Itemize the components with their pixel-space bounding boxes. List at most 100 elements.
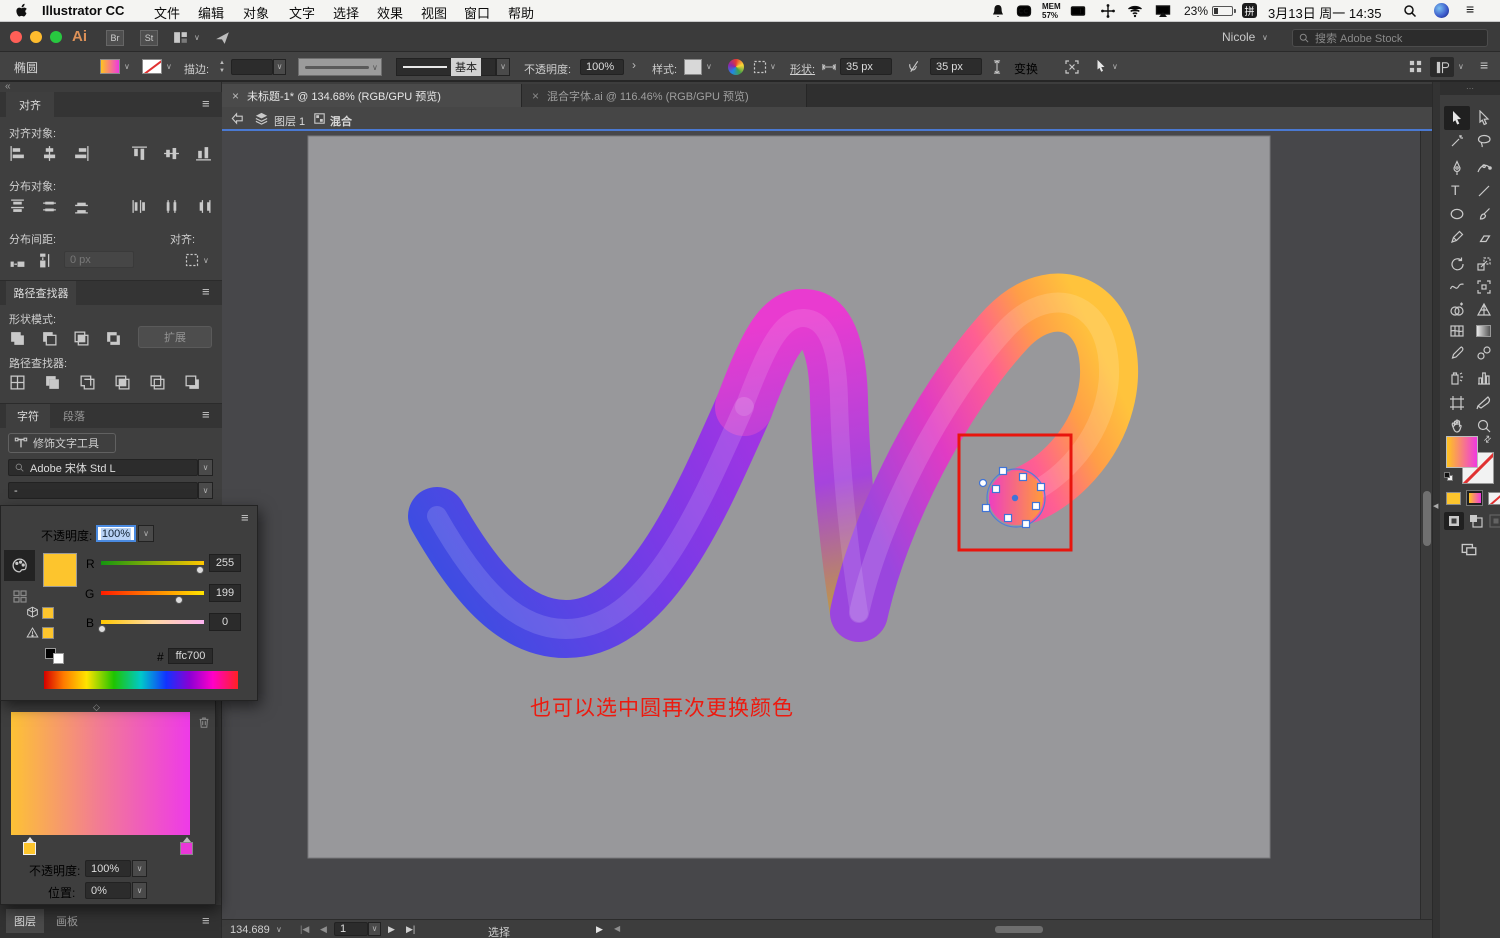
align-right-button[interactable] xyxy=(73,145,90,162)
align-bottom-button[interactable] xyxy=(195,145,212,162)
blend-tool[interactable] xyxy=(1476,345,1492,361)
gradient-tool[interactable] xyxy=(1476,325,1491,337)
align-center-h-button[interactable] xyxy=(41,145,58,162)
align-middle-v-button[interactable] xyxy=(163,145,180,162)
dock-collapse-icon[interactable]: « xyxy=(5,81,11,92)
stepper-up-icon[interactable]: ▲ xyxy=(219,59,225,67)
default-fill-stroke-icon[interactable] xyxy=(1444,472,1454,482)
constrain-icon[interactable] xyxy=(906,59,921,74)
tab-paragraph[interactable]: 段落 xyxy=(52,404,96,428)
stepper-down-icon[interactable]: ▼ xyxy=(219,67,225,75)
transform-link[interactable]: 变换 xyxy=(1014,60,1038,77)
workspace-switcher-icon[interactable] xyxy=(172,29,189,46)
creative-cloud-icon[interactable] xyxy=(1016,3,1032,19)
menu-object[interactable]: 对象 xyxy=(243,3,269,22)
airplay-icon[interactable] xyxy=(1155,3,1171,19)
close-icon[interactable]: × xyxy=(232,89,239,103)
align-left-button[interactable] xyxy=(9,145,26,162)
docs-grid-icon[interactable] xyxy=(1408,59,1423,74)
gradient-preview[interactable] xyxy=(11,712,190,835)
control-panel-menu-icon[interactable]: ≡ xyxy=(1480,57,1488,73)
stock-button[interactable]: St xyxy=(140,30,158,46)
color-button[interactable] xyxy=(1446,492,1461,505)
channel-b-slider[interactable] xyxy=(101,620,204,624)
channel-b-value[interactable]: 0 xyxy=(209,613,241,631)
font-style-field[interactable]: - xyxy=(8,482,198,499)
channel-g-slider[interactable] xyxy=(101,591,204,595)
stroke-chevron-icon[interactable]: ∨ xyxy=(166,63,172,71)
web-safe-swatch[interactable] xyxy=(42,607,54,619)
mem-indicator[interactable]: MEM 57% xyxy=(1042,2,1061,20)
width-tool[interactable] xyxy=(1449,279,1465,295)
color-mixer-tab[interactable] xyxy=(4,550,35,581)
menu-view[interactable]: 视图 xyxy=(421,3,447,22)
menu-edit[interactable]: 编辑 xyxy=(198,3,224,22)
spotlight-icon[interactable] xyxy=(1402,3,1418,19)
curvature-tool[interactable] xyxy=(1476,160,1492,176)
breadcrumb-layer[interactable]: 图层 1 xyxy=(274,113,305,129)
menu-file[interactable]: 文件 xyxy=(154,3,180,22)
brush-dropdown-chevron[interactable]: ∨ xyxy=(496,58,510,76)
unite-button[interactable] xyxy=(9,330,26,347)
artboard-tool[interactable] xyxy=(1449,395,1465,411)
stroke-weight-dropdown[interactable]: ∨ xyxy=(273,59,286,75)
align-to-artboard-icon[interactable] xyxy=(184,252,200,268)
none-button[interactable] xyxy=(1488,492,1500,505)
menubar-datetime[interactable]: 3月13日 周一 14:35 xyxy=(1268,3,1381,22)
align-panel-menu-icon[interactable]: ≡ xyxy=(202,96,210,111)
zoom-level[interactable]: 134.689 xyxy=(230,924,270,936)
style-chevron-icon[interactable]: ∨ xyxy=(706,63,712,71)
shape-width-field[interactable]: 35 px xyxy=(840,58,892,75)
ellipse-tool[interactable] xyxy=(1449,206,1465,222)
notification-bell-icon[interactable] xyxy=(990,3,1006,19)
character-panel-menu-icon[interactable]: ≡ xyxy=(202,407,210,422)
color-opacity-dropdown[interactable]: ∨ xyxy=(138,525,154,542)
spacing-h-button[interactable] xyxy=(38,252,55,269)
stroke-weight-stepper[interactable]: ▲ ▼ xyxy=(219,59,225,75)
hub-icon[interactable] xyxy=(1100,3,1116,19)
selection-tool[interactable] xyxy=(1449,110,1465,126)
fill-indicator[interactable] xyxy=(1446,436,1478,468)
gradient-opacity-dropdown[interactable]: ∨ xyxy=(132,860,147,877)
distribute-left-button[interactable] xyxy=(131,198,148,215)
vertical-scrollbar-thumb[interactable] xyxy=(1423,491,1431,546)
wifi-icon[interactable] xyxy=(1127,3,1143,19)
artboard-number-dropdown[interactable]: ∨ xyxy=(368,922,381,936)
intersect-button[interactable] xyxy=(73,330,90,347)
zoom-tool[interactable] xyxy=(1476,418,1492,434)
touch-type-tool-button[interactable]: 修饰文字工具 xyxy=(8,433,116,453)
breadcrumb-object[interactable]: 混合 xyxy=(330,113,352,129)
font-style-dropdown[interactable]: ∨ xyxy=(198,482,213,499)
user-chevron-icon[interactable]: ∨ xyxy=(1262,34,1268,42)
channel-r-slider[interactable] xyxy=(101,561,204,565)
hex-field[interactable]: ffc700 xyxy=(168,648,213,664)
divide-button[interactable] xyxy=(9,374,26,391)
exclude-button[interactable] xyxy=(105,330,122,347)
screen-mode-icon[interactable] xyxy=(1460,540,1478,558)
horizontal-scrollbar-thumb[interactable] xyxy=(995,926,1043,933)
width-profile-dropdown[interactable]: ∨ xyxy=(298,58,382,76)
distribute-center-h-button[interactable] xyxy=(163,198,180,215)
crop-button[interactable] xyxy=(114,374,131,391)
nav-next-icon[interactable]: ▶ xyxy=(388,924,395,935)
align-top-button[interactable] xyxy=(131,145,148,162)
gamut-swatch[interactable] xyxy=(42,627,54,639)
gradient-button[interactable] xyxy=(1466,490,1483,506)
user-account-button[interactable]: Nicole xyxy=(1222,30,1255,44)
stroke-weight-field[interactable] xyxy=(231,59,273,75)
opacity-expand-icon[interactable]: › xyxy=(632,58,636,72)
distribute-bottom-button[interactable] xyxy=(73,198,90,215)
minus-front-button[interactable] xyxy=(41,330,58,347)
pen-tool[interactable] xyxy=(1449,160,1465,176)
align-to-chevron[interactable]: ∨ xyxy=(203,257,209,265)
free-transform-tool[interactable] xyxy=(1476,279,1492,295)
color-spectrum-bar[interactable] xyxy=(44,671,238,689)
hand-tool[interactable] xyxy=(1449,418,1465,434)
sidecar-icon[interactable] xyxy=(1070,3,1086,19)
menu-effect[interactable]: 效果 xyxy=(377,3,403,22)
nav-prev-icon[interactable]: ◀ xyxy=(320,924,327,935)
traffic-light-zoom[interactable] xyxy=(50,31,62,43)
web-safe-cube-icon[interactable] xyxy=(26,606,39,619)
distribute-right-button[interactable] xyxy=(195,198,212,215)
shape-height-field[interactable]: 35 px xyxy=(930,58,982,75)
